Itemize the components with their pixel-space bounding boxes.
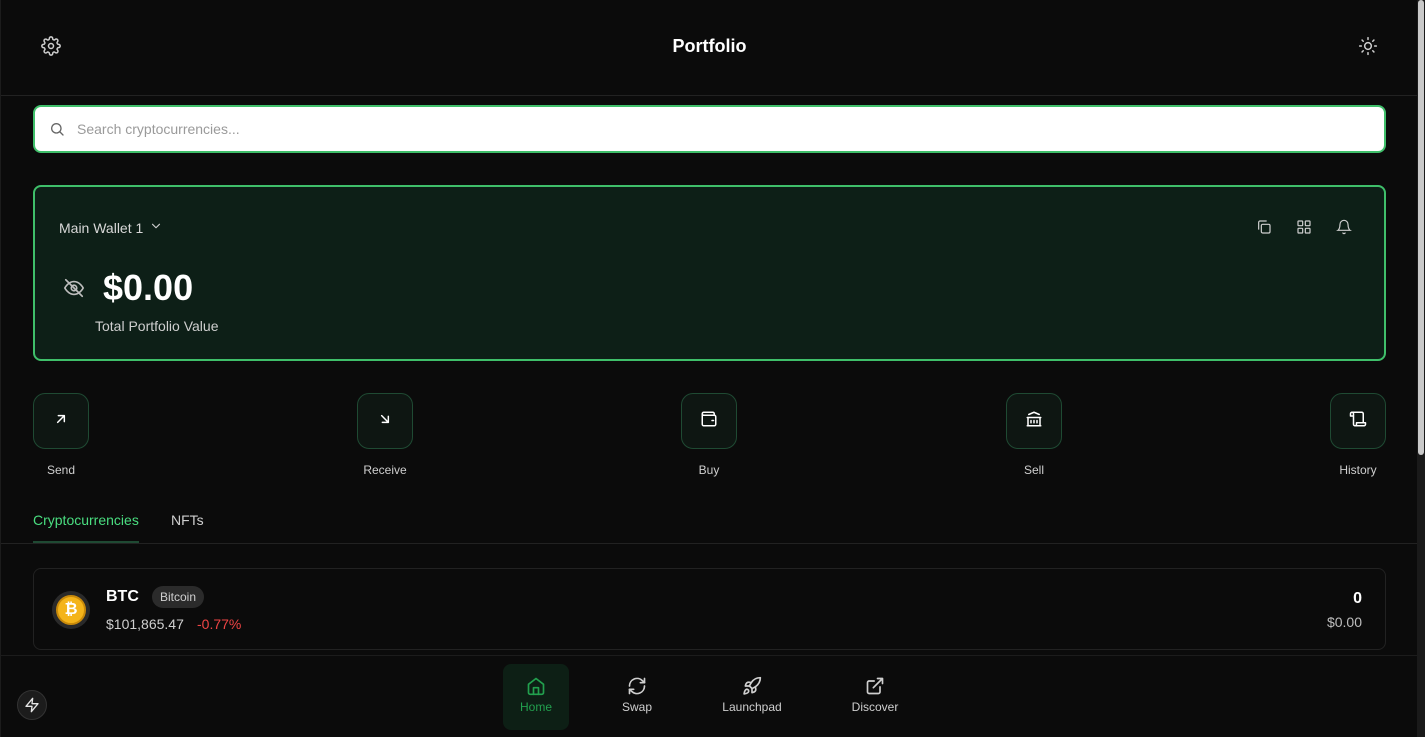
- nav-swap-label: Swap: [621, 700, 653, 714]
- qr-grid-icon[interactable]: [1294, 217, 1314, 237]
- receive-label: Receive: [363, 463, 407, 477]
- sun-icon[interactable]: [1356, 34, 1380, 58]
- search-icon: [49, 121, 65, 137]
- sell-action: Sell: [994, 393, 1074, 477]
- scrollbar-thumb[interactable]: [1418, 0, 1424, 455]
- page-title: Portfolio: [672, 36, 747, 56]
- nav-discover-label: Discover: [851, 700, 899, 714]
- asset-balance: 0: [1353, 590, 1362, 607]
- scroll-icon: [1349, 410, 1367, 433]
- external-link-icon: [845, 676, 905, 696]
- refresh-icon: [607, 676, 667, 696]
- asset-name-badge: Bitcoin: [152, 586, 205, 608]
- app-window: Portfolio Main Wallet 1: [0, 0, 1425, 737]
- send-action: Send: [21, 393, 101, 477]
- sell-label: Sell: [1023, 463, 1044, 477]
- tab-nfts[interactable]: NFTs: [171, 512, 204, 528]
- bell-icon[interactable]: [1334, 217, 1354, 237]
- asset-price: $101,865.47: [106, 616, 184, 632]
- wallet-icon: [700, 410, 718, 433]
- eye-off-icon[interactable]: [63, 277, 85, 304]
- wallet-card: Main Wallet 1 $0.00 Total Portfolio Valu…: [33, 185, 1386, 361]
- chevron-down-icon: [149, 219, 163, 236]
- portfolio-value-label: Total Portfolio Value: [95, 318, 219, 334]
- history-label: History: [1339, 463, 1377, 477]
- header: Portfolio: [1, 0, 1418, 96]
- asset-symbol: BTC: [106, 588, 139, 605]
- buy-button[interactable]: [681, 393, 737, 449]
- nav-home[interactable]: Home: [503, 664, 569, 730]
- nav-launchpad[interactable]: Launchpad: [717, 664, 787, 730]
- nav-launchpad-label: Launchpad: [722, 700, 782, 714]
- bank-icon: [1025, 410, 1043, 433]
- asset-change: -0.77%: [197, 616, 242, 632]
- history-button[interactable]: [1330, 393, 1386, 449]
- nav-swap[interactable]: Swap: [607, 664, 667, 730]
- home-icon: [503, 676, 569, 696]
- copy-icon[interactable]: [1254, 217, 1274, 237]
- nav-discover[interactable]: Discover: [845, 664, 905, 730]
- sell-button[interactable]: [1006, 393, 1062, 449]
- arrow-down-right-icon: [377, 411, 393, 432]
- send-button[interactable]: [33, 393, 89, 449]
- arrow-up-right-icon: [53, 411, 69, 432]
- nav-home-label: Home: [519, 700, 552, 714]
- send-label: Send: [46, 463, 76, 477]
- bitcoin-logo-icon: ₿: [52, 591, 90, 629]
- history-action: History: [1318, 393, 1398, 477]
- asset-row-btc[interactable]: ₿ BTC Bitcoin $101,865.47 -0.77% 0 $0.00: [33, 568, 1386, 650]
- wallet-name: Main Wallet 1: [59, 219, 144, 236]
- bottom-nav: Home Swap Launchpad Discover: [1, 655, 1418, 737]
- rocket-icon: [717, 676, 787, 696]
- asset-tabs: Cryptocurrencies NFTs: [1, 500, 1418, 544]
- buy-action: Buy: [669, 393, 749, 477]
- search-bar: [33, 105, 1386, 153]
- lightning-icon[interactable]: [17, 690, 47, 720]
- asset-balance-value: $0.00: [1326, 614, 1362, 630]
- search-input[interactable]: [77, 121, 1357, 137]
- wallet-selector[interactable]: Main Wallet 1: [59, 219, 163, 236]
- tab-cryptocurrencies[interactable]: Cryptocurrencies: [33, 512, 139, 543]
- receive-action: Receive: [345, 393, 425, 477]
- buy-label: Buy: [698, 463, 720, 477]
- portfolio-value: $0.00: [103, 267, 194, 308]
- scrollbar[interactable]: [1417, 0, 1425, 737]
- receive-button[interactable]: [357, 393, 413, 449]
